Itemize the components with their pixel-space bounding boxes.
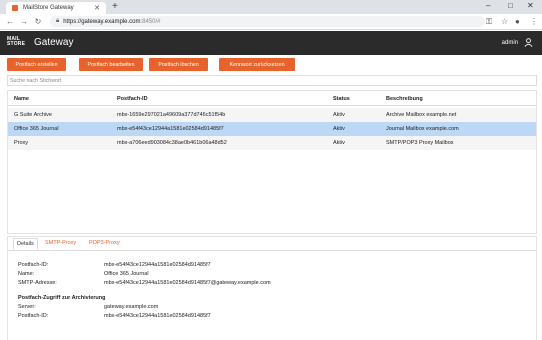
table-row-selected[interactable]: Office 365 Journal mbx-e54f43ce12944a158… [8,122,536,136]
field-value-name: Office 365 Journal [104,271,149,277]
details-tabs: Details SMTP-Proxy POP3-Proxy [8,237,536,251]
field-label-smtp-address: SMTP-Adresse: [18,280,57,286]
row-name: Office 365 Journal [14,126,59,132]
lock-icon: 🔒︎ [56,18,60,24]
tab-details[interactable]: Details [13,238,38,250]
logo-line-2: STORE [7,41,26,47]
table-row[interactable]: Proxy mbx-a706eed903084c38ae0b461b06a48d… [8,136,536,150]
browser-tab[interactable]: MailStore Gateway ✕ [6,2,106,14]
field-value-access-mailbox-id: mbx-e54f43ce12944a1581e02584d91485f7 [104,313,211,319]
menu-icon[interactable]: ⋮ [530,17,538,26]
field-label-server: Server: [18,304,36,310]
row-name: Proxy [14,140,29,146]
new-tab-icon[interactable]: + [112,2,118,12]
delete-mailbox-button[interactable]: Postfach löschen [149,58,208,71]
maximize-icon[interactable]: □ [508,1,513,10]
create-mailbox-button[interactable]: Postfach erstellen [7,58,66,71]
tab-smtp-proxy[interactable]: SMTP-Proxy [45,240,76,246]
row-status: Aktiv [333,112,345,118]
user-name[interactable]: admin [502,40,518,46]
reset-password-button[interactable]: Kennwort zurücksetzen [219,58,295,71]
row-description: Archive Mailbox example.net [386,112,457,118]
row-status: Aktiv [333,140,345,146]
mailstore-logo: MAIL STORE [7,37,25,47]
reload-icon[interactable]: ↻ [34,17,42,26]
column-header-mailbox-id[interactable]: Postfach-ID [117,96,148,102]
user-icon[interactable] [524,38,533,47]
row-status: Aktiv [333,126,345,132]
row-description: SMTP/POP3 Proxy Mailbox [386,140,454,146]
field-value-smtp-address: mbx-e54f43ce12944a1581e02584d91485f7@gat… [104,280,271,286]
mailbox-table: Name Postfach-ID Status Beschreibung G S… [7,90,537,234]
tab-pop3-proxy[interactable]: POP3-Proxy [89,240,120,246]
table-row[interactable]: G Suite Archive mbx-1659e297021a49609a37… [8,108,536,122]
row-name: G Suite Archive [14,112,52,118]
search-input[interactable]: Suche nach Stichwort [7,75,537,86]
app-title: Gateway [34,37,74,48]
window-close-icon[interactable]: ✕ [527,1,534,10]
mailstore-favicon-icon [12,5,18,11]
close-icon[interactable]: ✕ [94,4,100,12]
star-icon[interactable]: ☆ [501,17,508,26]
column-header-name[interactable]: Name [14,96,29,102]
edit-mailbox-button[interactable]: Postfach bearbeiten [79,58,143,71]
browser-address-row: ← → ↻ 🔒︎ https://gateway.example.com :84… [0,14,542,30]
table-header-row: Name Postfach-ID Status Beschreibung [8,92,536,106]
column-header-status[interactable]: Status [333,96,350,102]
column-header-description[interactable]: Beschreibung [386,96,423,102]
field-label-name: Name: [18,271,35,277]
profile-icon[interactable]: ● [515,17,520,26]
row-mailbox-id: mbx-1659e297021a49609a377d746c51f54b [117,112,226,118]
url-field[interactable]: 🔒︎ https://gateway.example.com :8450/# [50,16,485,27]
row-mailbox-id: mbx-e54f43ce12944a1581e02584d91485f7 [117,126,224,132]
row-description: Journal Mailbox example.com [386,126,459,132]
app-header: MAIL STORE Gateway admin [0,31,542,55]
field-label-mailbox-id: Postfach-ID: [18,262,49,268]
url-path: :8450/# [140,18,161,25]
key-icon[interactable]: ⚿ [486,17,492,27]
field-value-server: gateway.example.com [104,304,159,310]
field-value-mailbox-id: mbx-e54f43ce12944a1581e02584d91485f7 [104,262,211,268]
browser-tab-title: MailStore Gateway [23,5,74,11]
field-label-access-mailbox-id: Postfach-ID: [18,313,49,319]
forward-icon[interactable]: → [20,17,28,26]
url-host: https://gateway.example.com [63,18,141,25]
back-icon[interactable]: ← [6,17,14,26]
section-title-archive-access: Postfach-Zugriff zur Archivierung [18,295,106,301]
details-panel: Details SMTP-Proxy POP3-Proxy Postfach-I… [7,236,537,340]
minimize-icon[interactable]: – [486,1,490,10]
browser-tab-bar: MailStore Gateway ✕ + – □ ✕ [0,0,542,14]
row-mailbox-id: mbx-a706eed903084c38ae0b461b06a48d52 [117,140,227,146]
